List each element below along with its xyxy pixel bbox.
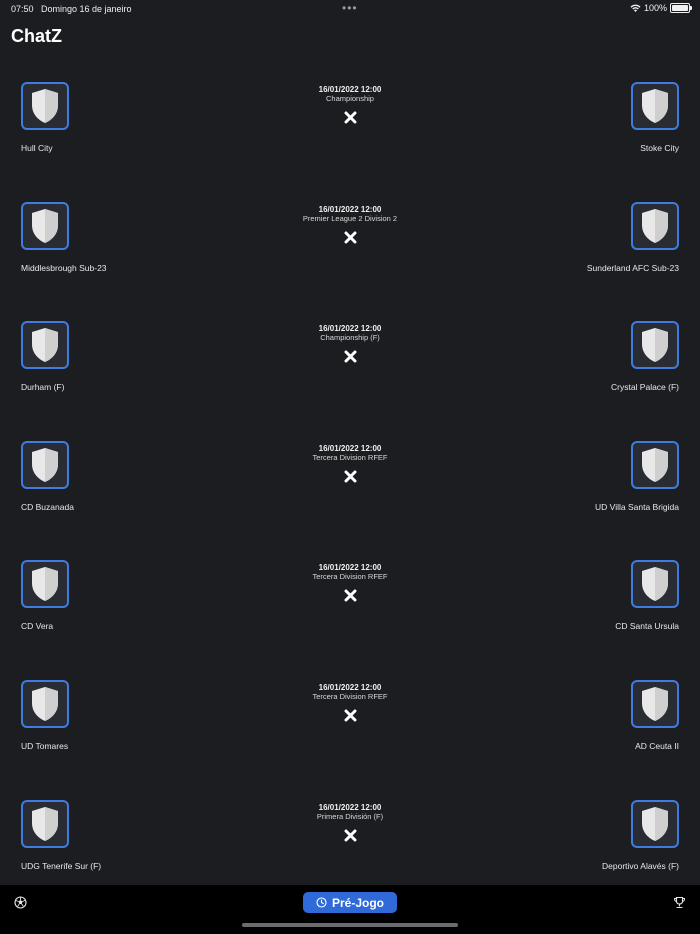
battery-icon xyxy=(670,3,692,13)
away-team-logo[interactable] xyxy=(631,560,679,609)
away-team-name: Stoke City xyxy=(640,143,679,153)
home-indicator[interactable] xyxy=(242,923,458,927)
away-team-name: Sunderland AFC Sub-23 xyxy=(586,262,679,273)
home-team-logo[interactable] xyxy=(21,321,69,370)
away-team-logo[interactable] xyxy=(631,82,679,130)
match-league: Championship xyxy=(326,94,374,103)
match-info: 16/01/2022 12:00 Premier League 2 Divisi… xyxy=(250,205,450,244)
tab-pre-game-label: Pré-Jogo xyxy=(331,895,384,910)
match-info: 16/01/2022 12:00 Tercera Division RFEF xyxy=(250,563,450,602)
match-row[interactable]: 16/01/2022 12:00 Primera División (F) UD… xyxy=(0,782,700,902)
away-team-name: Deportivo Alavés (F) xyxy=(602,860,679,871)
home-team-name: UD Tomares xyxy=(21,740,69,751)
away-team-name: Crystal Palace (F) xyxy=(610,382,679,393)
home-team-logo[interactable] xyxy=(21,560,69,609)
away-team-logo[interactable] xyxy=(631,201,679,250)
match-row[interactable]: 16/01/2022 12:00 Premier League 2 Divisi… xyxy=(0,184,700,304)
status-time: 07:50 xyxy=(11,4,34,14)
shield-icon xyxy=(32,89,58,123)
shield-icon xyxy=(642,89,668,123)
soccer-ball-icon xyxy=(14,896,27,909)
match-league: Tercera Division RFEF xyxy=(312,691,388,701)
home-team-name: Middlesbrough Sub-23 xyxy=(21,262,107,273)
match-info: 16/01/2022 12:00 Championship (F) xyxy=(250,324,450,363)
match-league: Tercera Division RFEF xyxy=(312,452,388,462)
shield-icon xyxy=(32,686,58,721)
away-team-name: UD Villa Santa Brigida xyxy=(595,501,679,512)
versus-x-icon xyxy=(344,709,356,722)
match-datetime: 16/01/2022 12:00 xyxy=(318,443,382,453)
versus-x-icon xyxy=(344,231,356,244)
multitasking-dots-icon[interactable]: ••• xyxy=(342,1,358,15)
home-team-logo[interactable] xyxy=(21,440,69,489)
home-team-name: Durham (F) xyxy=(21,382,65,393)
wifi-icon xyxy=(630,4,641,12)
shield-icon xyxy=(32,447,58,482)
status-indicators: 100% xyxy=(630,3,692,13)
home-team-name: UDG Tenerife Sur (F) xyxy=(21,860,102,871)
home-team-logo[interactable] xyxy=(21,799,69,848)
match-datetime: 16/01/2022 12:00 xyxy=(318,324,382,334)
versus-x-icon xyxy=(344,111,356,124)
tab-matches[interactable] xyxy=(14,896,27,914)
versus-x-icon xyxy=(344,350,356,363)
away-team-logo[interactable] xyxy=(631,799,679,848)
home-team-name: CD Vera xyxy=(21,621,54,632)
match-datetime: 16/01/2022 12:00 xyxy=(318,85,382,94)
home-team-logo[interactable] xyxy=(21,679,69,728)
shield-icon xyxy=(642,328,668,363)
match-list: 16/01/2022 12:00 Championship Hull City … xyxy=(0,64,700,901)
shield-icon xyxy=(32,208,58,243)
match-datetime: 16/01/2022 12:00 xyxy=(318,682,382,692)
away-team-logo[interactable] xyxy=(631,440,679,489)
home-team-logo[interactable] xyxy=(21,201,69,250)
shield-icon xyxy=(642,806,668,841)
app-title: ChatZ xyxy=(11,26,62,46)
match-league: Primera División (F) xyxy=(316,811,384,821)
home-team-name: CD Buzanada xyxy=(21,501,74,512)
home-team-name: Hull City xyxy=(21,143,53,153)
shield-icon xyxy=(642,208,668,243)
shield-icon xyxy=(32,567,58,602)
shield-icon xyxy=(32,328,58,363)
match-datetime: 16/01/2022 12:00 xyxy=(318,802,382,812)
battery-percent: 100% xyxy=(643,3,667,13)
trophy-icon xyxy=(673,896,686,909)
match-info: 16/01/2022 12:00 Tercera Division RFEF xyxy=(250,444,450,483)
home-team-logo[interactable] xyxy=(21,82,69,130)
versus-x-icon xyxy=(344,829,356,842)
match-row[interactable]: 16/01/2022 12:00 Tercera Division RFEF C… xyxy=(0,423,700,543)
match-datetime: 16/01/2022 12:00 xyxy=(318,563,382,573)
shield-icon xyxy=(32,806,58,841)
versus-x-icon xyxy=(344,589,356,602)
away-team-logo[interactable] xyxy=(631,321,679,370)
match-league: Premier League 2 Division 2 xyxy=(302,213,398,223)
away-team-name: CD Santa Ursula xyxy=(615,621,679,632)
match-row[interactable]: 16/01/2022 12:00 Championship (F) Durham… xyxy=(0,303,700,423)
away-team-name: AD Ceuta II xyxy=(635,740,679,751)
status-bar: 07:50 Domingo 16 de janeiro ••• 100% xyxy=(0,0,700,18)
status-date: Domingo 16 de janeiro xyxy=(41,4,132,14)
match-info: 16/01/2022 12:00 Championship xyxy=(250,85,450,124)
match-league: Championship (F) xyxy=(320,333,380,343)
match-datetime: 16/01/2022 12:00 xyxy=(318,204,382,214)
match-row[interactable]: 16/01/2022 12:00 Championship Hull City … xyxy=(0,64,700,184)
tab-pre-game[interactable]: Pré-Jogo xyxy=(303,892,397,913)
match-row[interactable]: 16/01/2022 12:00 Tercera Division RFEF U… xyxy=(0,662,700,782)
match-league: Tercera Division RFEF xyxy=(312,572,388,582)
match-row[interactable]: 16/01/2022 12:00 Tercera Division RFEF C… xyxy=(0,542,700,662)
match-info: 16/01/2022 12:00 Primera División (F) xyxy=(250,803,450,842)
away-team-logo[interactable] xyxy=(631,679,679,728)
shield-icon xyxy=(642,686,668,721)
shield-icon xyxy=(642,447,668,482)
clock-icon xyxy=(316,897,327,908)
tab-competitions[interactable] xyxy=(673,896,686,914)
versus-x-icon xyxy=(344,470,356,483)
shield-icon xyxy=(642,567,668,602)
match-info: 16/01/2022 12:00 Tercera Division RFEF xyxy=(250,683,450,722)
